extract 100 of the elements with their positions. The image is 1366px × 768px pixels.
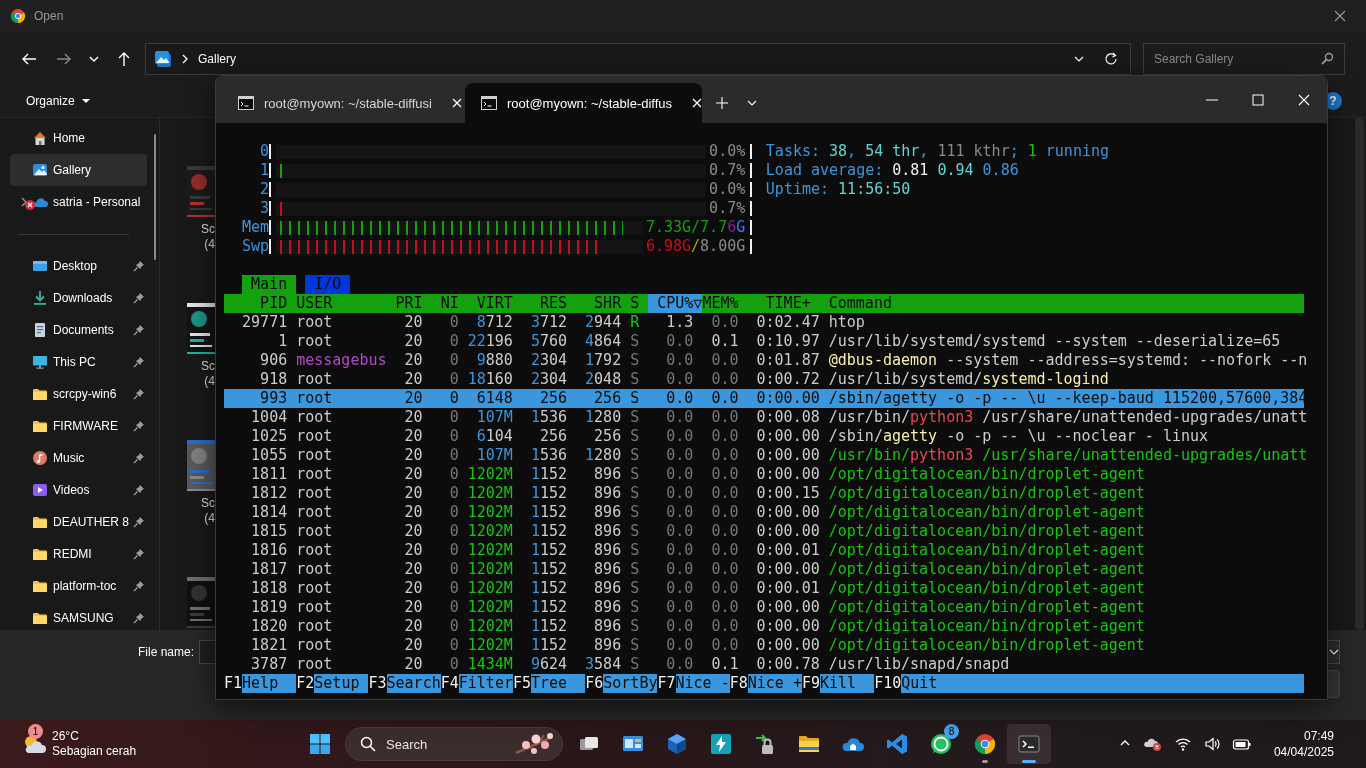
- weather-condition: Sebagian cerah: [52, 744, 137, 759]
- table-cell-text: 2048: [584, 370, 622, 389]
- table-cell: 1202M: [467, 636, 513, 655]
- table-cell-text: 0.0: [710, 579, 739, 598]
- sidebar-item[interactable]: SAMSUNG: [10, 602, 147, 634]
- table-cell-text: 1792: [584, 351, 622, 370]
- table-cell-text: 3584: [584, 655, 622, 674]
- sidebar-item[interactable]: Videos: [10, 474, 147, 506]
- table-cell-text: /usr/lib/systemd/systemd --system --deserialize=65: [828, 332, 1282, 351]
- table-row[interactable]: 1816 root 20 0 1202M 1152 896 S 0.0 0.0 0:00.01 /opt/digitalocean/bin/droplet-agent: [224, 541, 1304, 560]
- sidebar-item[interactable]: Gallery: [10, 154, 147, 186]
- file-name[interactable]: Sc: [201, 496, 215, 511]
- table-cell-text: 0.0: [665, 446, 694, 465]
- sidebar-item[interactable]: Desktop: [10, 250, 147, 282]
- table-cell-text: 20: [403, 541, 423, 560]
- sidebar-item[interactable]: satria - Personal: [10, 186, 147, 218]
- table-row[interactable]: 918 root 20 0 18160 2304 2048 S 0.0 0.0 0:00.72 /usr/lib/systemd/systemd-logind: [224, 370, 1304, 389]
- table-cell: S: [630, 655, 640, 674]
- column-header[interactable]: PID: [224, 294, 288, 313]
- table-cell: 1202M: [467, 579, 513, 598]
- column-header[interactable]: NI: [431, 294, 459, 313]
- column-header[interactable]: S: [630, 294, 640, 313]
- table-row[interactable]: 1821 root 20 0 1202M 1152 896 S 0.0 0.0 0:00.00 /opt/digitalocean/bin/droplet-agent: [224, 636, 1304, 655]
- table-row[interactable]: 1815 root 20 0 1202M 1152 896 S 0.0 0.0 0:00.00 /opt/digitalocean/bin/droplet-agent: [224, 522, 1304, 541]
- table-cell-text: 1536: [529, 408, 567, 427]
- table-cell-text: 20: [403, 446, 423, 465]
- table-row[interactable]: 1025 root 20 0 6104 256 256 S 0.0 0.0 0:00.00 /sbin/agetty -o -p -- \u --noclear - linux: [224, 427, 1304, 446]
- terminal-tab[interactable]: root@myown: ~/stable-diffusi: [222, 83, 462, 123]
- table-cell-text: 20: [403, 389, 423, 408]
- column-header[interactable]: RES: [521, 294, 567, 313]
- table-cell-text: 896: [593, 560, 622, 579]
- file-name[interactable]: Sc: [201, 222, 215, 237]
- table-cell-text: 0: [448, 636, 459, 655]
- sidebar-item[interactable]: Music: [10, 442, 147, 474]
- address-bar[interactable]: Gallery: [145, 42, 1131, 75]
- table-cell-text: 0:00.00: [755, 503, 820, 522]
- table-row[interactable]: 1812 root 20 0 1202M 1152 896 S 0.0 0.0 0:00.15 /opt/digitalocean/bin/droplet-agent: [224, 484, 1304, 503]
- column-header[interactable]: USER: [296, 294, 387, 313]
- table-cell-text: 0:00.08: [755, 408, 820, 427]
- field-label: File name:: [138, 645, 195, 659]
- table-cell-text: /opt/digitalocean/bin/droplet-agent: [828, 617, 1146, 636]
- sidebar-item[interactable]: FIRMWARE: [10, 410, 147, 442]
- table-cell-text: 896: [593, 579, 622, 598]
- table-cell-text: 0: [448, 484, 459, 503]
- column-header[interactable]: CPU%▽: [648, 294, 703, 313]
- meter-value: 7.33G/7.76G: [645, 218, 746, 237]
- sidebar-item[interactable]: DEAUTHER 8: [10, 506, 147, 538]
- table-cell-text: 0.0: [665, 503, 694, 522]
- table-cell-text: 918: [259, 370, 288, 389]
- column-header[interactable]: TIME+: [747, 294, 820, 313]
- organize-button[interactable]: Organize: [26, 94, 91, 108]
- search-field[interactable]: Search: [345, 727, 563, 761]
- taskbar-app-button[interactable]: 8: [919, 724, 963, 764]
- window-title: Open: [34, 9, 65, 23]
- column-header[interactable]: MEM%: [702, 294, 739, 313]
- table-row[interactable]: 1 root 20 0 22196 5760 4864 S 0.0 0.1 0:10.97 /usr/lib/systemd/systemd --system --deserialize=65: [224, 332, 1304, 351]
- sidebar-item[interactable]: This PC: [10, 346, 147, 378]
- table-row[interactable]: 29771 root 20 0 8712 3712 2944 R 1.3 0.0 0:02.47 htop: [224, 313, 1304, 332]
- table-row[interactable]: 1819 root 20 0 1202M 1152 896 S 0.0 0.0 0:00.00 /opt/digitalocean/bin/droplet-agent: [224, 598, 1304, 617]
- sidebar-item[interactable]: Downloads: [10, 282, 147, 314]
- table-cell: S: [630, 446, 640, 465]
- sidebar-item[interactable]: platform-toc: [10, 570, 147, 602]
- table-cell-text: /opt/digitalocean/bin/droplet-agent: [828, 579, 1146, 598]
- sidebar-item[interactable]: scrcpy-win6: [10, 378, 147, 410]
- table-cell-text: 0.0: [710, 370, 739, 389]
- sidebar-item[interactable]: Home: [10, 122, 147, 154]
- table-cell-text: 0.0: [665, 465, 694, 484]
- table-cell: S: [630, 541, 640, 560]
- table-cell-text: 0: [448, 503, 459, 522]
- table-row[interactable]: 1818 root 20 0 1202M 1152 896 S 0.0 0.0 0:00.01 /opt/digitalocean/bin/droplet-agent: [224, 579, 1304, 598]
- table-cell-text: /usr/lib/snapd/snapd: [828, 655, 1011, 674]
- search-field[interactable]: Search Gallery: [1143, 42, 1345, 75]
- view-tab[interactable]: Main: [242, 275, 297, 294]
- table-row[interactable]: 1811 root 20 0 1202M 1152 896 S 0.0 0.0 0:00.00 /opt/digitalocean/bin/droplet-agent: [224, 465, 1304, 484]
- breadcrumb[interactable]: Gallery: [198, 51, 236, 66]
- table-cell-text: 0.0: [665, 332, 694, 351]
- table-cell-text: 0.0: [710, 617, 739, 636]
- column-header[interactable]: SHR: [576, 294, 622, 313]
- table-cell: S: [630, 370, 640, 389]
- table-cell-text: 9624: [529, 655, 567, 674]
- table-cell: 1202M: [467, 484, 513, 503]
- column-header[interactable]: PRI: [395, 294, 423, 313]
- file-detail: (4: [204, 237, 215, 252]
- clock[interactable]: 07:49 04/04/2025: [1273, 728, 1334, 760]
- sidebar-item[interactable]: REDMI: [10, 538, 147, 570]
- table-row[interactable]: 3787 root 20 0 1434M 9624 3584 S 0.0 0.1 0:00.78 /usr/lib/snapd/snapd: [224, 655, 1304, 674]
- terminal-tab[interactable]: root@myown: ~/stable-diffus: [465, 83, 702, 123]
- table-row[interactable]: 1817 root 20 0 1202M 1152 896 S 0.0 0.0 0:00.00 /opt/digitalocean/bin/droplet-agent: [224, 560, 1304, 579]
- table-row[interactable]: 1814 root 20 0 1202M 1152 896 S 0.0 0.0 0:00.00 /opt/digitalocean/bin/droplet-agent: [224, 503, 1304, 522]
- table-cell-text: 0: [448, 351, 459, 370]
- file-name[interactable]: Sc: [201, 359, 215, 374]
- table-cell-text: 1152: [529, 484, 567, 503]
- column-header[interactable]: Command: [828, 294, 1304, 313]
- table-cell: S: [630, 503, 640, 522]
- table-cell-text: /opt/digitalocean/bin/droplet-agent: [828, 522, 1146, 541]
- sidebar-item[interactable]: Documents: [10, 314, 147, 346]
- column-header[interactable]: VIRT: [467, 294, 513, 313]
- table-cell-text: 1152: [529, 465, 567, 484]
- table-row[interactable]: 1820 root 20 0 1202M 1152 896 S 0.0 0.0 0:00.00 /opt/digitalocean/bin/droplet-agent: [224, 617, 1304, 636]
- table-cell-text: 1536: [529, 446, 567, 465]
